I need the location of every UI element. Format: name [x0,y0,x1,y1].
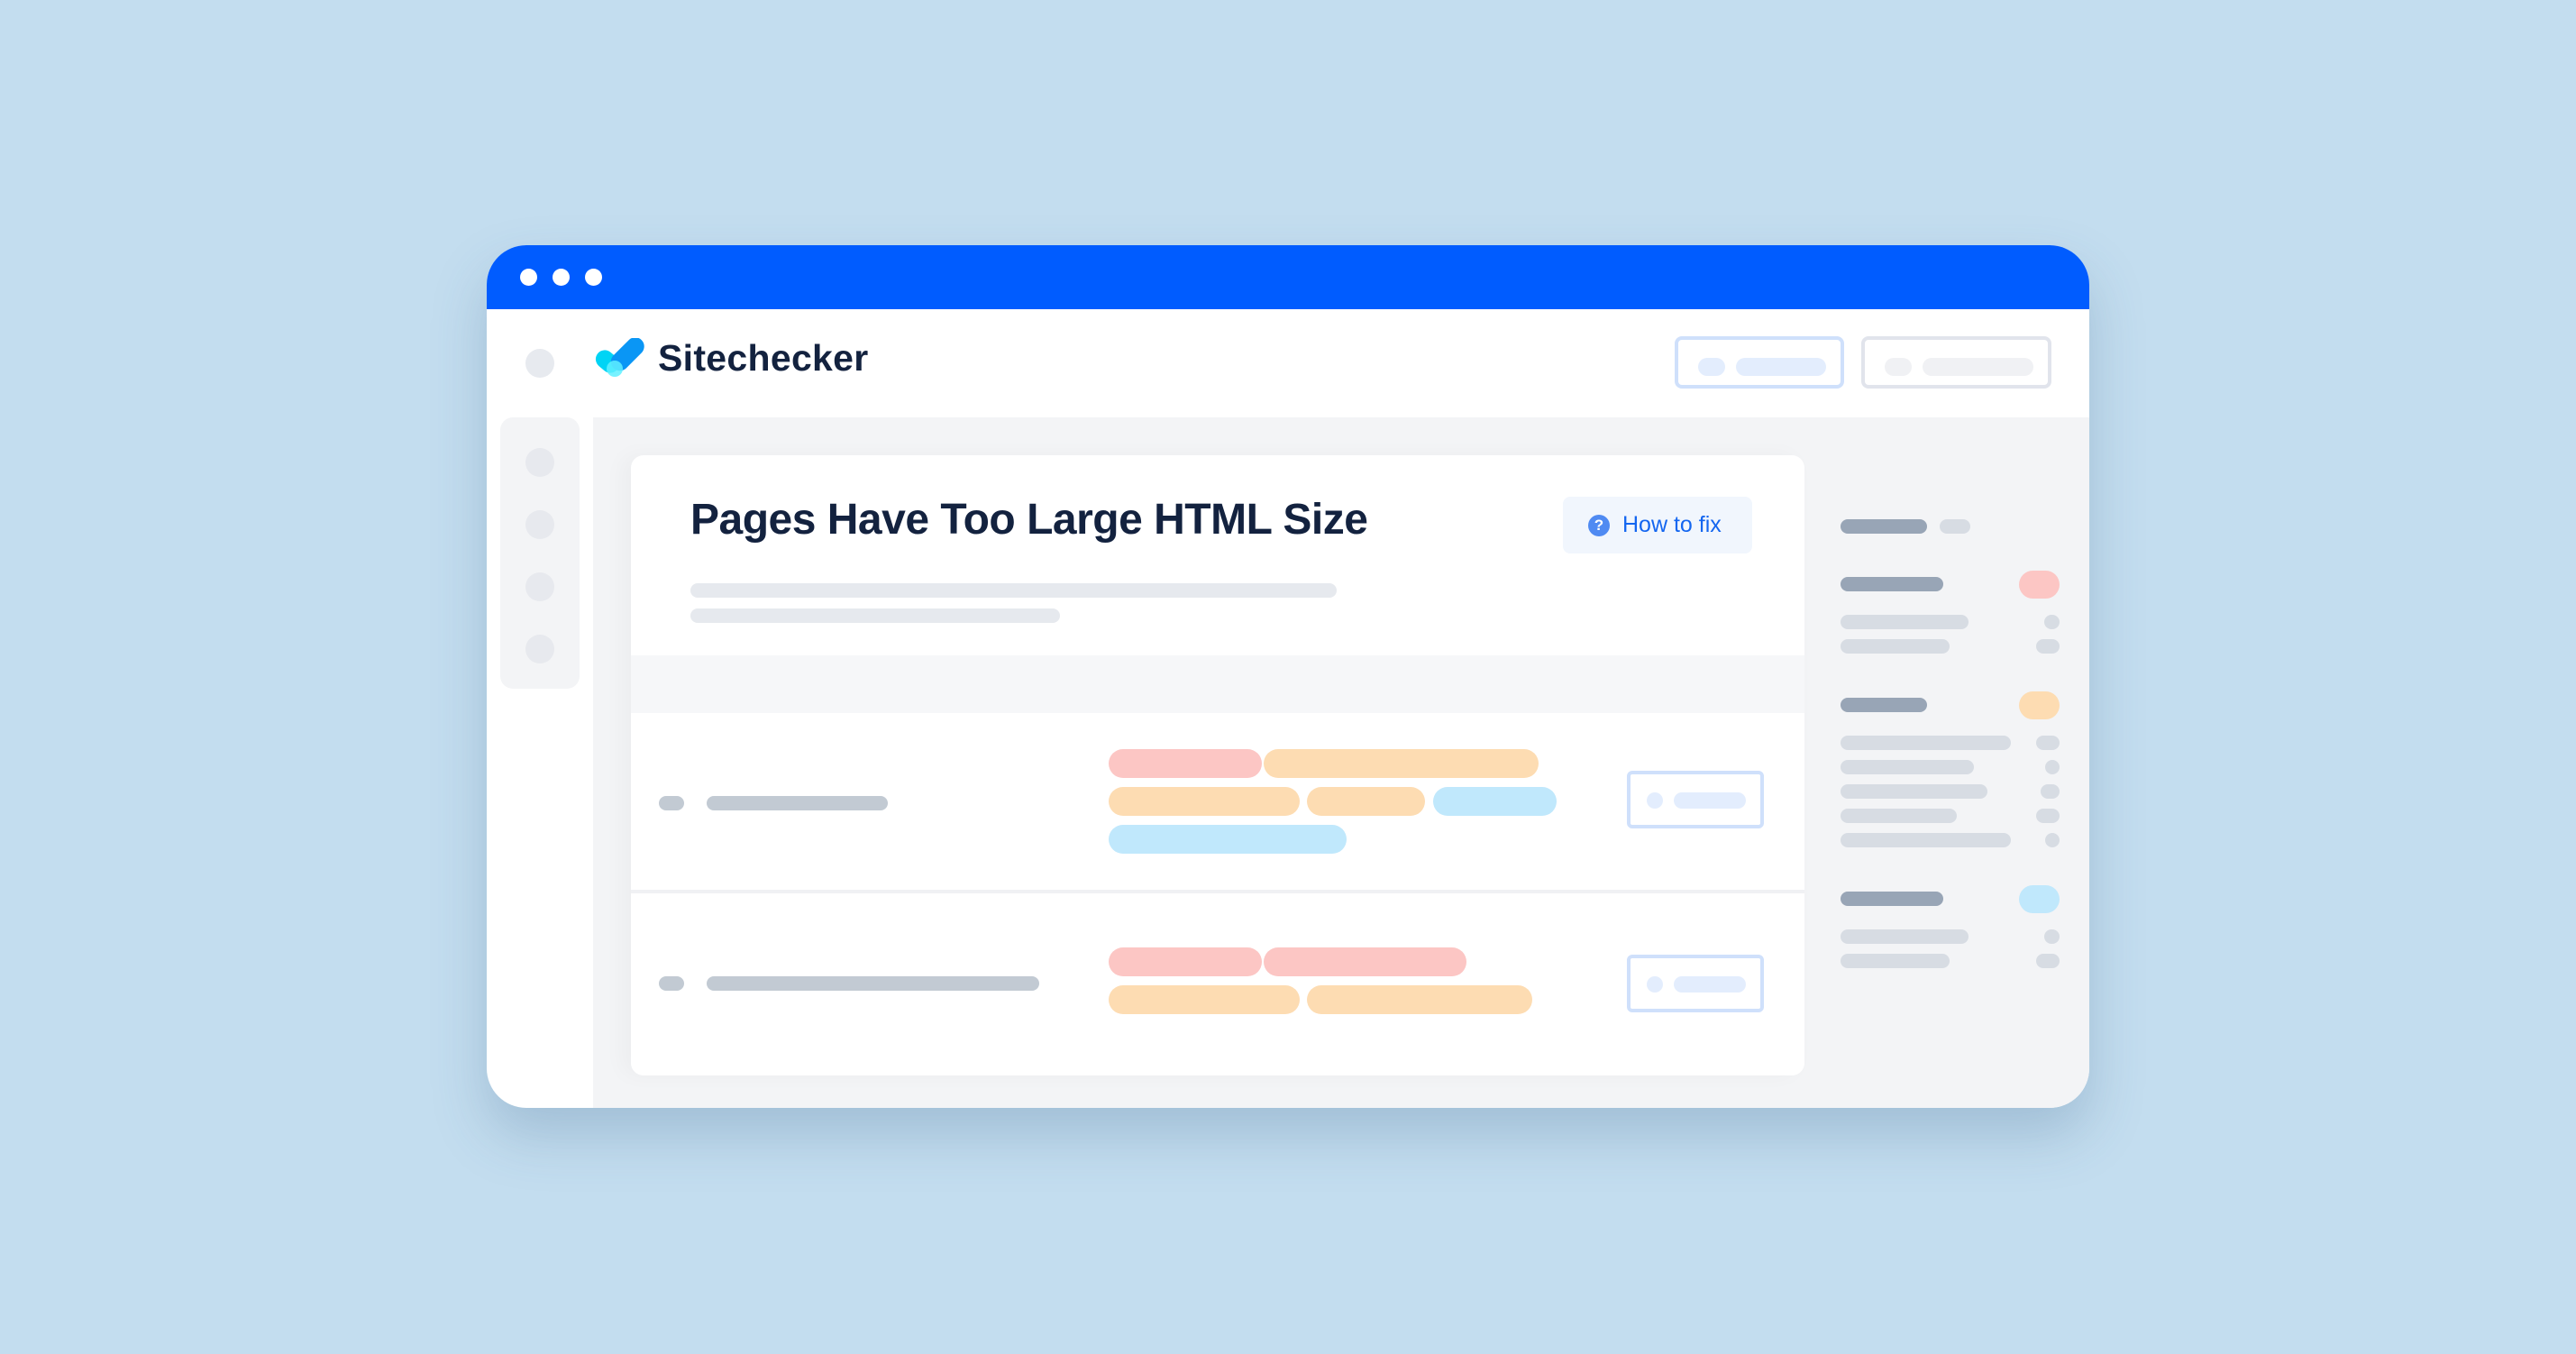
panel-sub-item[interactable] [1841,615,1969,629]
row-url-placeholder[interactable] [707,796,888,810]
table-header [631,655,1804,713]
issue-tag [1109,947,1262,976]
button-label-placeholder [1923,358,2033,376]
table-row[interactable] [631,713,1804,890]
table-row[interactable] [631,893,1804,1075]
button-icon-placeholder [1647,792,1663,809]
row-action-button[interactable] [1627,771,1764,828]
row-action-button[interactable] [1627,955,1764,1012]
menu-toggle-button[interactable] [525,349,554,378]
panel-sub-count [2041,784,2060,799]
row-url-placeholder[interactable] [707,976,1039,991]
issue-tag [1109,749,1262,778]
issue-tag [1109,825,1347,854]
issue-tag [1307,985,1532,1014]
window-dot-maximize[interactable] [585,269,602,286]
panel-sub-count [2044,615,2060,629]
sidebar-item-2[interactable] [525,510,554,539]
row-icon-placeholder [659,796,684,810]
secondary-placeholder-button[interactable] [1861,336,2051,389]
checkmark-logo-icon [595,337,644,377]
window-dot-minimize[interactable] [553,269,570,286]
panel-sub-item[interactable] [1841,639,1950,654]
panel-badge-orange [2019,691,2060,719]
sidebar-item-1[interactable] [525,448,554,477]
issue-card: Pages Have Too Large HTML Size ? How to … [631,455,1804,1075]
how-to-fix-button[interactable]: ? How to fix [1563,497,1752,553]
panel-sub-item[interactable] [1841,929,1969,944]
button-label-placeholder [1674,792,1746,809]
how-to-fix-label: How to fix [1622,512,1722,537]
panel-group-heading [1841,519,1927,534]
panel-sub-item[interactable] [1841,809,1957,823]
panel-sub-count [2036,954,2060,968]
panel-sub-count [2045,760,2060,774]
button-icon-placeholder [1698,358,1725,376]
panel-sub-item[interactable] [1841,784,1987,799]
sidebar-item-3[interactable] [525,572,554,601]
panel-group-heading [1841,577,1943,591]
sidebar [500,417,580,689]
panel-sub-count [2045,833,2060,847]
description-placeholder-line [690,583,1337,598]
window-dot-close[interactable] [520,269,537,286]
panel-badge-red [2019,571,2060,599]
issue-tag [1307,787,1425,816]
issue-tag [1433,787,1557,816]
primary-placeholder-button[interactable] [1675,336,1844,389]
main-content: Pages Have Too Large HTML Size ? How to … [593,417,2089,1108]
row-icon-placeholder [659,976,684,991]
right-panel [1812,417,2089,1108]
panel-badge-blue [2019,885,2060,913]
button-label-placeholder [1736,358,1826,376]
panel-sub-count [2036,809,2060,823]
browser-window: Sitechecker Pages Have Too Large HTML Si… [487,245,2089,1108]
question-circle-icon: ? [1588,514,1610,536]
description-placeholder-line [690,608,1060,623]
sidebar-item-4[interactable] [525,635,554,663]
panel-sub-item[interactable] [1841,760,1974,774]
panel-sub-count [2044,929,2060,944]
panel-group-heading [1841,892,1943,906]
logo[interactable]: Sitechecker [593,337,869,380]
panel-group-heading [1841,698,1927,712]
panel-sub-item[interactable] [1841,954,1950,968]
button-icon-placeholder [1885,358,1912,376]
logo-text: Sitechecker [658,337,869,379]
panel-group-count [1940,519,1970,534]
app-header: Sitechecker [487,309,2089,417]
issue-tag [1109,787,1300,816]
issue-tag [1109,985,1300,1014]
issue-tag [1264,947,1466,976]
panel-sub-count [2036,639,2060,654]
button-icon-placeholder [1647,976,1663,993]
issue-tag [1264,749,1539,778]
title-bar [487,245,2089,309]
button-label-placeholder [1674,976,1746,993]
panel-sub-item[interactable] [1841,736,2011,750]
page-title: Pages Have Too Large HTML Size [690,496,1368,544]
panel-sub-count [2036,736,2060,750]
panel-sub-item[interactable] [1841,833,2011,847]
